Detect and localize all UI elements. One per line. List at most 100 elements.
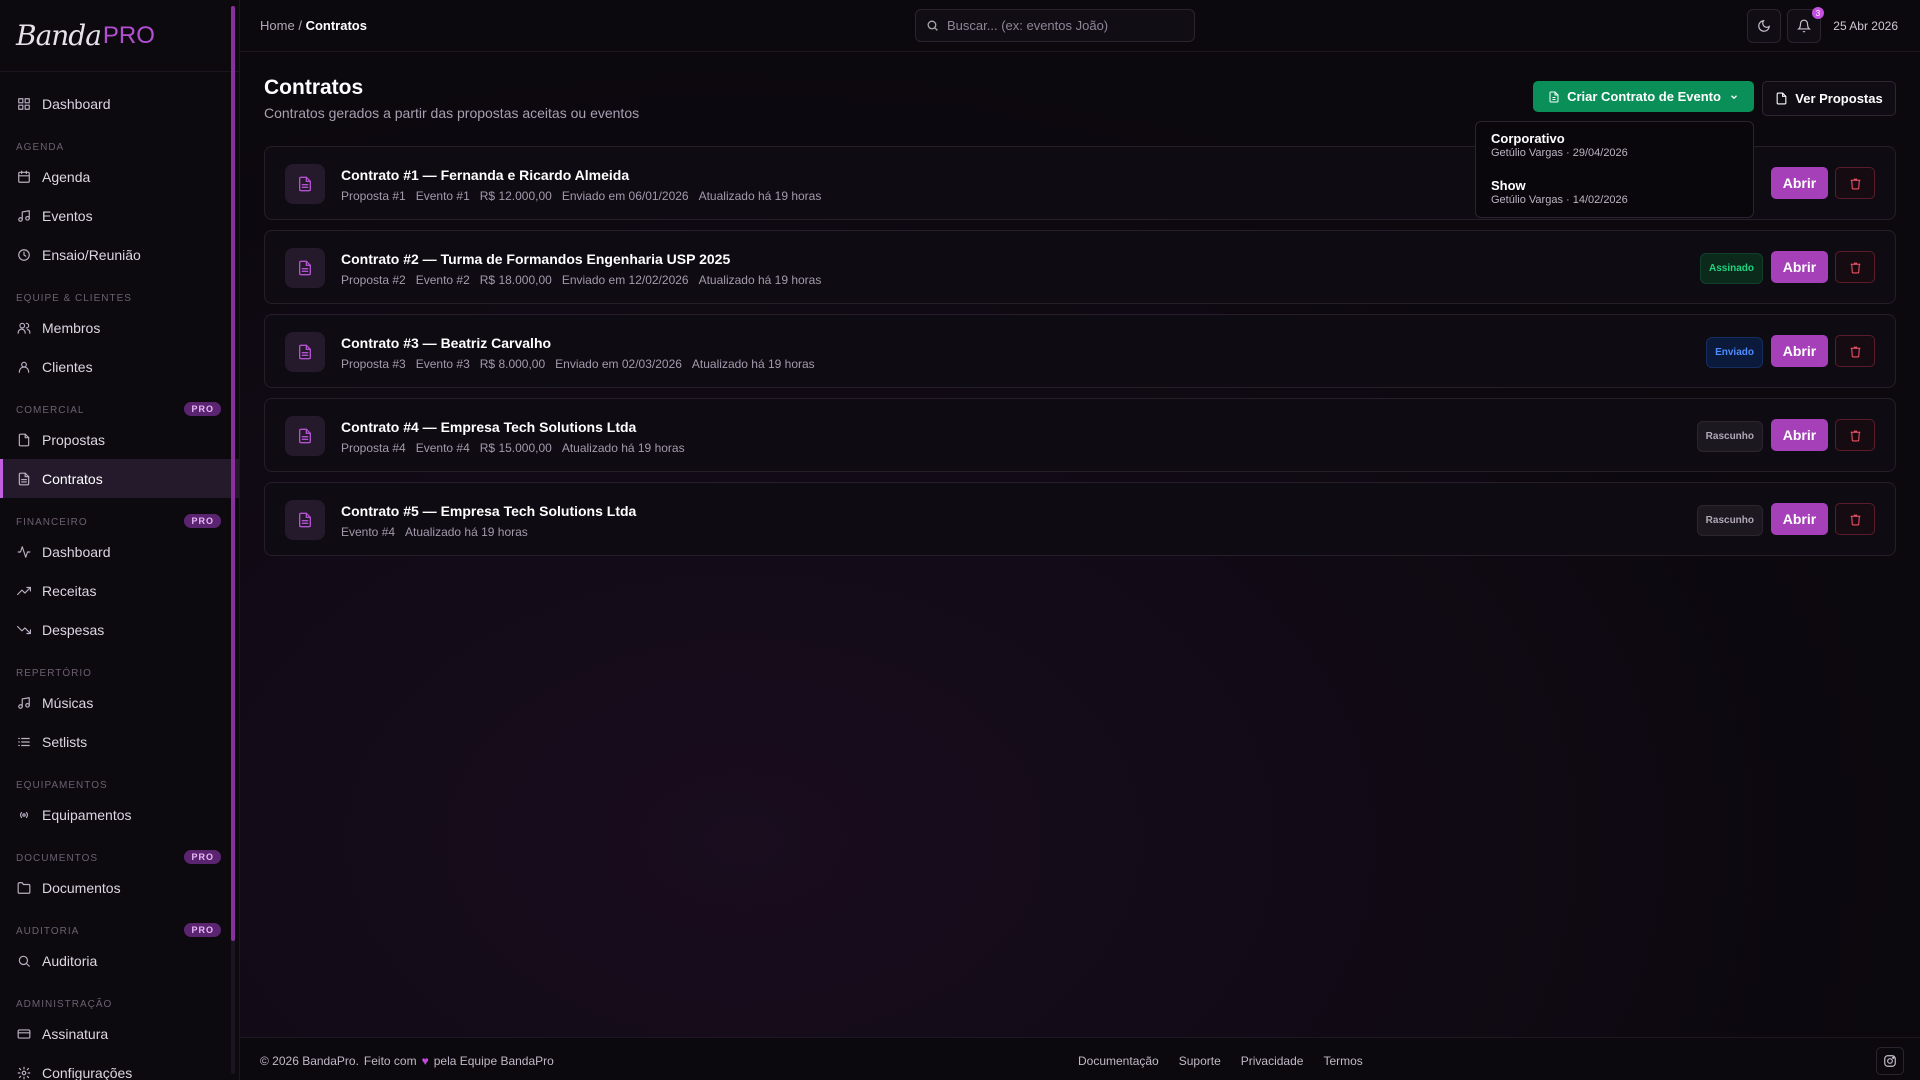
view-proposals-button[interactable]: Ver Propostas	[1762, 81, 1896, 116]
sidebar-item-documentos[interactable]: Documentos	[0, 868, 239, 907]
contract-meta-item: Proposta #4	[341, 441, 406, 455]
footer-copyright: © 2026 BandaPro.	[260, 1054, 359, 1068]
sidebar-scrollbar-thumb[interactable]	[231, 6, 235, 941]
sidebar-item-eventos[interactable]: Eventos	[0, 196, 239, 235]
search-input[interactable]: Buscar... (ex: eventos João)	[915, 9, 1195, 42]
sidebar-item-auditoria[interactable]: Auditoria	[0, 941, 239, 980]
sidebar-section-comercial: COMERCIAL PRO	[0, 386, 239, 420]
footer-credits: © 2026 BandaPro. Feito com ♥ pela Equipe…	[260, 1054, 554, 1068]
delete-contract-button[interactable]	[1835, 251, 1875, 283]
sidebar-section-label: REPERTÓRIO	[16, 668, 92, 679]
sidebar-item-label: Dashboard	[42, 543, 111, 560]
dropdown-event-type: Corporativo	[1491, 131, 1565, 146]
sidebar-item-equipamentos[interactable]: Equipamentos	[0, 795, 239, 834]
sidebar-item-label: Dashboard	[42, 95, 111, 112]
sidebar-section-label: COMERCIAL	[16, 405, 85, 416]
sidebar-item-label: Membros	[42, 319, 101, 336]
pro-badge: PRO	[184, 402, 221, 416]
sidebar-section-label: DOCUMENTOS	[16, 853, 99, 864]
page-title: Contratos	[264, 76, 364, 99]
contract-meta-item: Evento #1	[415, 189, 470, 203]
dropdown-event-type: Show	[1491, 178, 1526, 193]
delete-contract-button[interactable]	[1835, 335, 1875, 367]
sidebar-section-label: EQUIPAMENTOS	[16, 780, 108, 791]
users-icon	[16, 320, 32, 336]
status-badge: Assinado	[1699, 253, 1763, 284]
dropdown-item-event[interactable]: Show Getúlio Vargas · 14/02/2026	[1476, 169, 1753, 216]
sidebar-item-despesas[interactable]: Despesas	[0, 610, 239, 649]
sidebar-item-agenda[interactable]: Agenda	[0, 157, 239, 196]
event-dropdown-menu: Corporativo Getúlio Vargas · 29/04/2026 …	[1475, 121, 1754, 218]
brand-logo[interactable]: Banda PRO	[0, 0, 239, 72]
dropdown-event-details: Getúlio Vargas · 14/02/2026	[1491, 194, 1628, 206]
create-contract-button[interactable]: Criar Contrato de Evento	[1533, 81, 1754, 112]
trash-icon	[1849, 429, 1862, 442]
delete-contract-button[interactable]	[1835, 419, 1875, 451]
notifications-button[interactable]: 3	[1787, 7, 1824, 43]
open-contract-button[interactable]: Abrir	[1771, 335, 1828, 367]
contract-card[interactable]: Contrato #3 — Beatriz Carvalho Proposta #…	[264, 314, 1896, 388]
footer-link-privacy[interactable]: Privacidade	[1241, 1054, 1304, 1068]
contract-meta-item: R$ 12.000,00	[479, 189, 552, 203]
contract-card[interactable]: Contrato #5 — Empresa Tech Solutions Ltd…	[264, 482, 1896, 556]
file-icon	[1775, 92, 1788, 105]
sidebar-item-label: Setlists	[42, 733, 88, 750]
breadcrumb-home[interactable]: Home	[260, 18, 295, 33]
sidebar-item-dashboard[interactable]: Dashboard	[0, 84, 239, 123]
footer-made-with: Feito com	[363, 1054, 417, 1068]
pro-badge: PRO	[184, 850, 221, 864]
contract-card[interactable]: Contrato #4 — Empresa Tech Solutions Ltd…	[264, 398, 1896, 472]
calendar-icon	[16, 169, 32, 185]
open-contract-button[interactable]: Abrir	[1771, 251, 1828, 283]
music-icon	[16, 695, 32, 711]
sidebar-item-label: Agenda	[42, 168, 91, 185]
contract-card[interactable]: Contrato #2 — Turma de Formandos Engenha…	[264, 230, 1896, 304]
file-text-icon	[285, 164, 325, 204]
footer-link-terms[interactable]: Termos	[1323, 1054, 1362, 1068]
sidebar-item-musicas[interactable]: Músicas	[0, 683, 239, 722]
sidebar-item-contratos[interactable]: Contratos	[0, 459, 239, 498]
footer-link-docs[interactable]: Documentação	[1078, 1054, 1159, 1068]
bell-icon	[1797, 19, 1811, 33]
contract-meta-item: Proposta #3	[341, 357, 406, 371]
instagram-button[interactable]	[1876, 1047, 1904, 1075]
sidebar-item-clientes[interactable]: Clientes	[0, 347, 239, 386]
sidebar-item-ensaio-reuniao[interactable]: Ensaio/Reunião	[0, 235, 239, 274]
open-contract-button[interactable]: Abrir	[1771, 419, 1828, 451]
sidebar-item-label: Clientes	[42, 358, 93, 375]
delete-contract-button[interactable]	[1835, 167, 1875, 199]
sidebar-section-repertorio: REPERTÓRIO	[0, 649, 239, 683]
sidebar-nav: Dashboard AGENDA Agenda Eventos Ensaio/Reuni…	[0, 72, 239, 1080]
sidebar-item-assinatura[interactable]: Assinatura	[0, 1014, 239, 1053]
footer-link-support[interactable]: Suporte	[1179, 1054, 1221, 1068]
sidebar-item-dashboard[interactable]: Dashboard	[0, 532, 239, 571]
dropdown-event-date: 14/02/2026	[1572, 194, 1628, 206]
file-text-icon	[285, 332, 325, 372]
sidebar-item-configuracoes[interactable]: Configurações	[0, 1053, 239, 1080]
contract-meta-item: R$ 15.000,00	[479, 441, 552, 455]
sidebar-section-label: AGENDA	[16, 142, 65, 153]
open-contract-button[interactable]: Abrir	[1771, 503, 1828, 535]
trending-down-icon	[16, 622, 32, 638]
theme-toggle-button[interactable]	[1747, 9, 1781, 43]
sidebar-section-label: FINANCEIRO	[16, 517, 88, 528]
breadcrumb: Home / Contratos	[260, 18, 367, 33]
sidebar-item-receitas[interactable]: Receitas	[0, 571, 239, 610]
sidebar-section-administracao: ADMINISTRAÇÃO	[0, 980, 239, 1014]
sidebar-section-equipamentos: EQUIPAMENTOS	[0, 761, 239, 795]
activity-icon	[16, 544, 32, 560]
heart-icon: ♥	[421, 1054, 429, 1068]
dropdown-item-event[interactable]: Corporativo Getúlio Vargas · 29/04/2026	[1476, 122, 1753, 169]
sidebar-item-label: Assinatura	[42, 1025, 109, 1042]
breadcrumb-current: Contratos	[305, 18, 367, 33]
sidebar-item-setlists[interactable]: Setlists	[0, 722, 239, 761]
sidebar-item-membros[interactable]: Membros	[0, 308, 239, 347]
search-icon	[16, 953, 32, 969]
search-placeholder: Buscar... (ex: eventos João)	[947, 18, 1109, 33]
contract-meta-item: Atualizado há 19 horas	[405, 525, 528, 539]
contract-meta-item: R$ 18.000,00	[479, 273, 552, 287]
sidebar-item-label: Contratos	[42, 470, 103, 487]
open-contract-button[interactable]: Abrir	[1771, 167, 1828, 199]
delete-contract-button[interactable]	[1835, 503, 1875, 535]
sidebar-item-propostas[interactable]: Propostas	[0, 420, 239, 459]
